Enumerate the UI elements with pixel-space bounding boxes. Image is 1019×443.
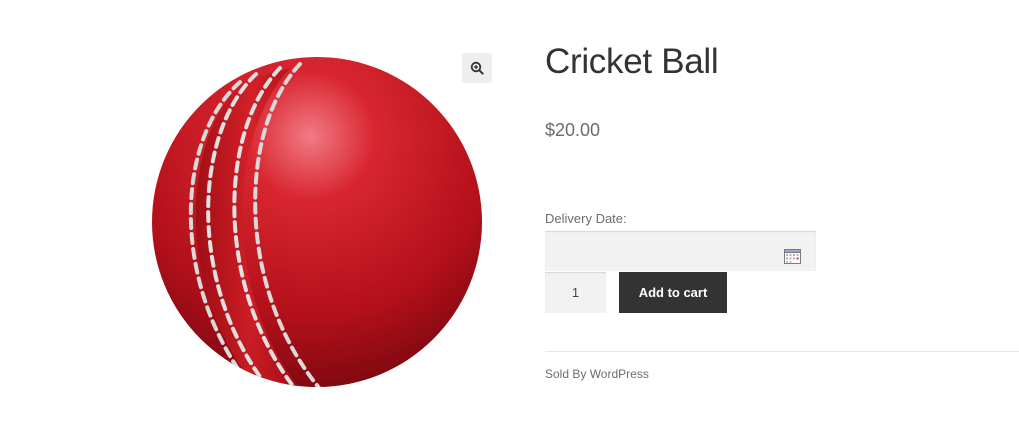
calendar-icon[interactable] bbox=[784, 249, 801, 264]
quantity-input[interactable] bbox=[545, 272, 606, 313]
product-title: Cricket Ball bbox=[545, 42, 719, 81]
add-to-cart-button[interactable]: Add to cart bbox=[619, 272, 727, 313]
product-summary: Cricket Ball $20.00 Delivery Date: Add t… bbox=[545, 0, 1019, 443]
product-gallery bbox=[140, 50, 500, 395]
divider bbox=[545, 351, 1019, 352]
zoom-button[interactable] bbox=[462, 53, 492, 83]
delivery-date-input[interactable] bbox=[545, 231, 816, 271]
delivery-date-label: Delivery Date: bbox=[545, 211, 627, 226]
cricket-ball-image[interactable] bbox=[140, 50, 500, 395]
zoom-in-icon bbox=[470, 61, 484, 75]
sold-by-text: Sold By WordPress bbox=[545, 367, 649, 381]
product-price: $20.00 bbox=[545, 120, 601, 140]
